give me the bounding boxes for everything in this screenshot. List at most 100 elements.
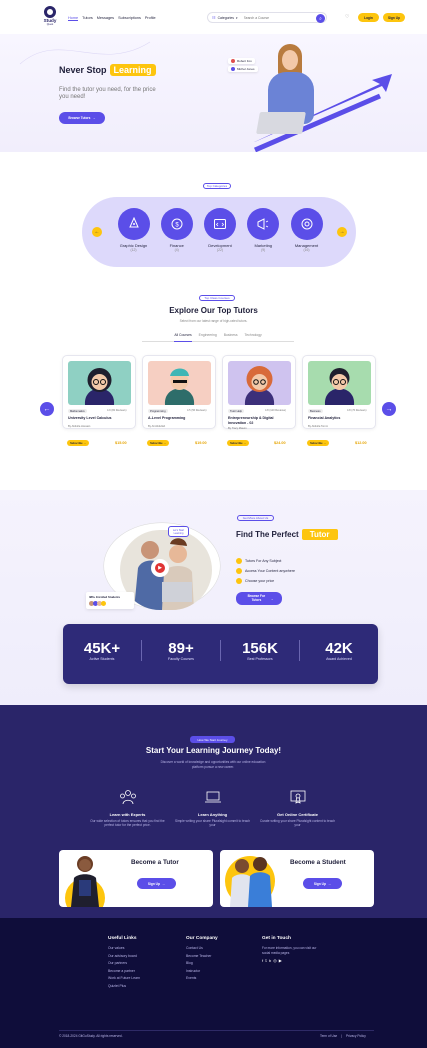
categories-prev-button[interactable]: ← [92, 227, 102, 237]
arrow-right-icon: → [161, 881, 166, 886]
instagram-icon[interactable]: ◎ [273, 958, 277, 963]
stat-value: 89+ [168, 640, 194, 657]
categories-dropdown[interactable]: Categories [218, 16, 234, 20]
footer-link[interactable]: Blog [186, 960, 256, 968]
logo[interactable]: Study Quest [41, 6, 59, 30]
chip-robert: Robert Fox [228, 58, 255, 64]
facebook-icon[interactable]: f [262, 958, 263, 963]
course-title: University Level Calculus [68, 416, 112, 420]
feature-desc: Simple writing your share Pluralsight co… [175, 819, 250, 828]
course-author: By Tracy Mason [228, 427, 247, 430]
footer-copyright: © 2018-2024 GitGuStudy. All rights reser… [59, 1034, 123, 1038]
hero-title-highlight: Learning [109, 64, 156, 76]
journey-title: Start Your Learning Journey Today! [145, 746, 282, 755]
browse-for-tutors-label: Browse For Tutors [247, 593, 266, 602]
header: Study Quest Home Tutors Messages Subscri… [0, 0, 427, 34]
footer-link[interactable]: Quizlet Plus [108, 983, 178, 991]
tab-engineering[interactable]: Engineering [199, 333, 217, 341]
search-button[interactable]: ⌕ [316, 13, 325, 23]
tutor-card[interactable]: Mathematics 4.9 (82 Reviews) University … [62, 355, 136, 429]
tutor-card[interactable]: Tutor Help 4.8 (120 Reviews) Entrepreneu… [222, 355, 296, 430]
behance-icon[interactable]: b [269, 958, 271, 963]
login-button[interactable]: Login [358, 13, 379, 22]
megaphone-icon [247, 208, 280, 240]
student-signup-button[interactable]: Sign Up → [303, 878, 342, 889]
footer-link[interactable]: Become Teacher [186, 953, 256, 961]
play-button[interactable]: ▶ [151, 559, 169, 577]
footer-link[interactable]: Our advisory board [108, 953, 178, 961]
management-icon [290, 208, 323, 240]
category-development[interactable]: Development (22) [199, 208, 242, 260]
category-marketing[interactable]: Marketing (9) [242, 208, 285, 260]
nav-messages[interactable]: Messages [97, 16, 114, 21]
category-finance[interactable]: $ Finance (4) [155, 208, 198, 260]
enrolled-students-card: 386+ Enrolled Students [86, 592, 134, 609]
avatar [231, 59, 235, 63]
nav-subscriptions[interactable]: Subscriptions [118, 16, 141, 21]
privacy-link[interactable]: Privacy Policy [346, 1034, 366, 1038]
point-item: Access Your Content anywhere [236, 566, 295, 576]
become-student-title: Become a Student [290, 859, 346, 866]
nav-home[interactable]: Home [68, 16, 79, 21]
avatar [231, 67, 235, 71]
subscribe-button[interactable]: Subscribe → [227, 440, 249, 446]
tab-technology[interactable]: Technology [245, 333, 262, 341]
twitter-icon[interactable]: 𝕥 [265, 958, 267, 963]
signup-button[interactable]: Sign Up [383, 13, 405, 22]
course-tag: Mathematics [68, 409, 87, 414]
check-icon [236, 578, 242, 584]
tutors-prev-button[interactable]: ← [40, 402, 54, 416]
tab-business[interactable]: Business [224, 333, 238, 341]
tab-all-courses[interactable]: All Courses [174, 333, 192, 342]
feature-item: Get Online Certificate Curate writing yo… [260, 789, 335, 828]
subscribe-button[interactable]: Subscribe → [147, 440, 169, 446]
feature-item: Learn with Experts Our wide selection of… [90, 789, 165, 828]
stat-label: Best Professors [247, 657, 273, 661]
footer-link[interactable]: Instructor [186, 968, 256, 976]
tutor-card[interactable]: Programming 4.5 (56 Reviews) A-Level Pro… [142, 355, 216, 429]
check-icon [236, 558, 242, 564]
terms-link[interactable]: Term of Use [320, 1034, 337, 1038]
browse-tutors-label: Browse Tutors [68, 116, 91, 120]
course-rating: 4.5 (56 Reviews) [187, 409, 207, 412]
browse-for-tutors-button[interactable]: Browse For Tutors → [236, 592, 282, 605]
stat-item: 156K Best Professors [221, 640, 300, 661]
footer-link[interactable]: Become a partner [108, 968, 178, 976]
social-links: f 𝕥 b ◎ ▶ [262, 958, 322, 963]
heart-icon[interactable]: ♡ [345, 14, 349, 20]
footer-link[interactable]: Our values [108, 945, 178, 953]
about-points: Tutors For Any Subject Access Your Conte… [236, 556, 295, 586]
subscribe-button[interactable]: Subscribe → [307, 440, 329, 446]
chip-michel: Michel Jones [228, 66, 258, 72]
course-price: $12.00 [355, 441, 367, 445]
about-title-prefix: Find The Perfect [236, 530, 299, 539]
feature-title: Get Online Certificate [277, 812, 318, 817]
feature-item: Learn Anything Simple writing your share… [175, 789, 250, 828]
category-management[interactable]: Management (16) [285, 208, 328, 260]
course-tag: Business [308, 409, 323, 414]
footer-heading: Useful Links [108, 936, 137, 941]
journey-features: Learn with Experts Our wide selection of… [90, 789, 335, 828]
youtube-icon[interactable]: ▶ [279, 958, 282, 963]
hero-title: Never Stop Learning [59, 64, 156, 76]
stat-value: 45K+ [83, 640, 121, 657]
chevron-down-icon: ▾ [236, 15, 238, 20]
subscribe-button[interactable]: Subscribe → [67, 440, 89, 446]
about-title-highlight: Tutor [301, 529, 338, 540]
tutor-signup-button[interactable]: Sign Up → [137, 878, 176, 889]
nav-tutors[interactable]: Tutors [82, 16, 93, 21]
footer-link[interactable]: Our partners [108, 960, 178, 968]
footer-link[interactable]: Work at Future Learn [108, 975, 178, 983]
browse-tutors-button[interactable]: Browse Tutors → [59, 112, 105, 124]
search-input[interactable] [243, 15, 304, 20]
tutor-card[interactable]: Business 4.8 (76 Reviews) Financial Anal… [302, 355, 376, 429]
category-graphic-design[interactable]: Graphic Design (12) [112, 208, 155, 260]
footer-link[interactable]: Contact Us [186, 945, 256, 953]
tutors-tabs: All Courses Engineering Business Technol… [142, 333, 294, 342]
tutors-next-button[interactable]: → [382, 402, 396, 416]
categories-next-button[interactable]: → [337, 227, 347, 237]
nav-profile[interactable]: Profile [145, 16, 156, 21]
start-learning-bubble: Let's Start Learning [168, 526, 189, 537]
stat-item: 42K Award Achieved [300, 640, 378, 661]
footer-link[interactable]: Events [186, 975, 256, 983]
